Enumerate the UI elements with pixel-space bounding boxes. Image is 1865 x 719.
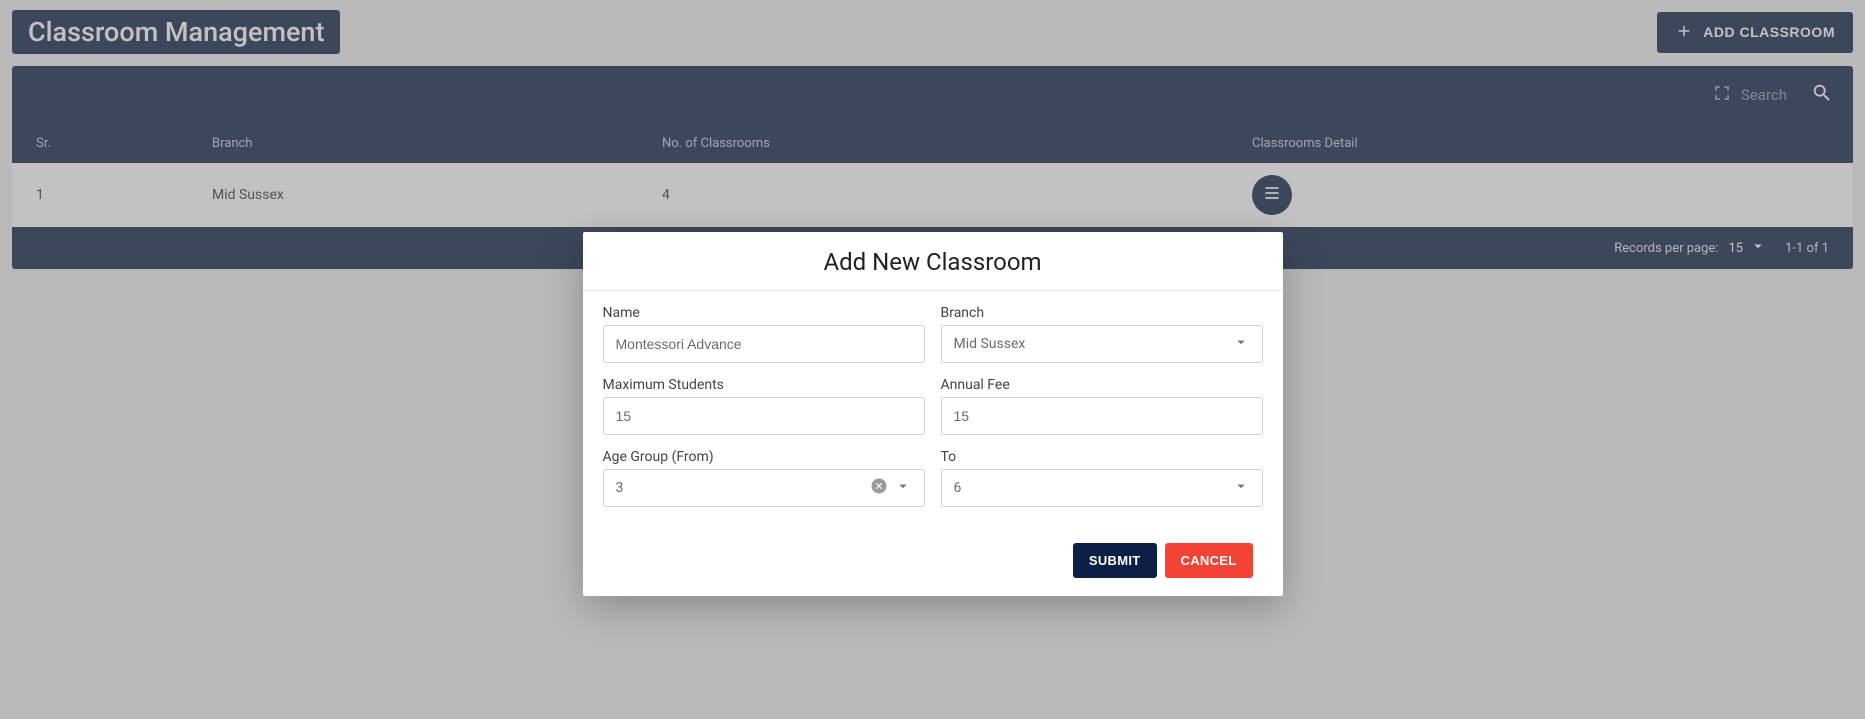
cancel-button[interactable]: CANCEL [1165, 543, 1253, 578]
chevron-down-icon [1232, 477, 1250, 499]
max-students-label: Maximum Students [603, 377, 925, 393]
branch-label: Branch [941, 305, 1263, 321]
clear-icon[interactable] [870, 477, 888, 499]
age-from-value: 3 [616, 480, 624, 496]
age-from-select[interactable]: 3 [603, 469, 925, 507]
age-to-label: To [941, 449, 1263, 465]
name-input[interactable] [603, 325, 925, 363]
name-label: Name [603, 305, 925, 321]
modal-title: Add New Classroom [583, 232, 1283, 291]
modal-overlay[interactable]: Add New Classroom Name Branch Mid Sussex [0, 0, 1865, 719]
annual-fee-input[interactable] [941, 397, 1263, 435]
chevron-down-icon [1232, 333, 1250, 355]
submit-button[interactable]: SUBMIT [1073, 543, 1157, 578]
add-classroom-modal: Add New Classroom Name Branch Mid Sussex [583, 232, 1283, 596]
age-from-label: Age Group (From) [603, 449, 925, 465]
branch-select[interactable]: Mid Sussex [941, 325, 1263, 363]
age-to-select[interactable]: 6 [941, 469, 1263, 507]
max-students-input[interactable] [603, 397, 925, 435]
chevron-down-icon [894, 477, 912, 499]
age-to-value: 6 [954, 480, 962, 496]
branch-value: Mid Sussex [954, 336, 1026, 352]
annual-fee-label: Annual Fee [941, 377, 1263, 393]
